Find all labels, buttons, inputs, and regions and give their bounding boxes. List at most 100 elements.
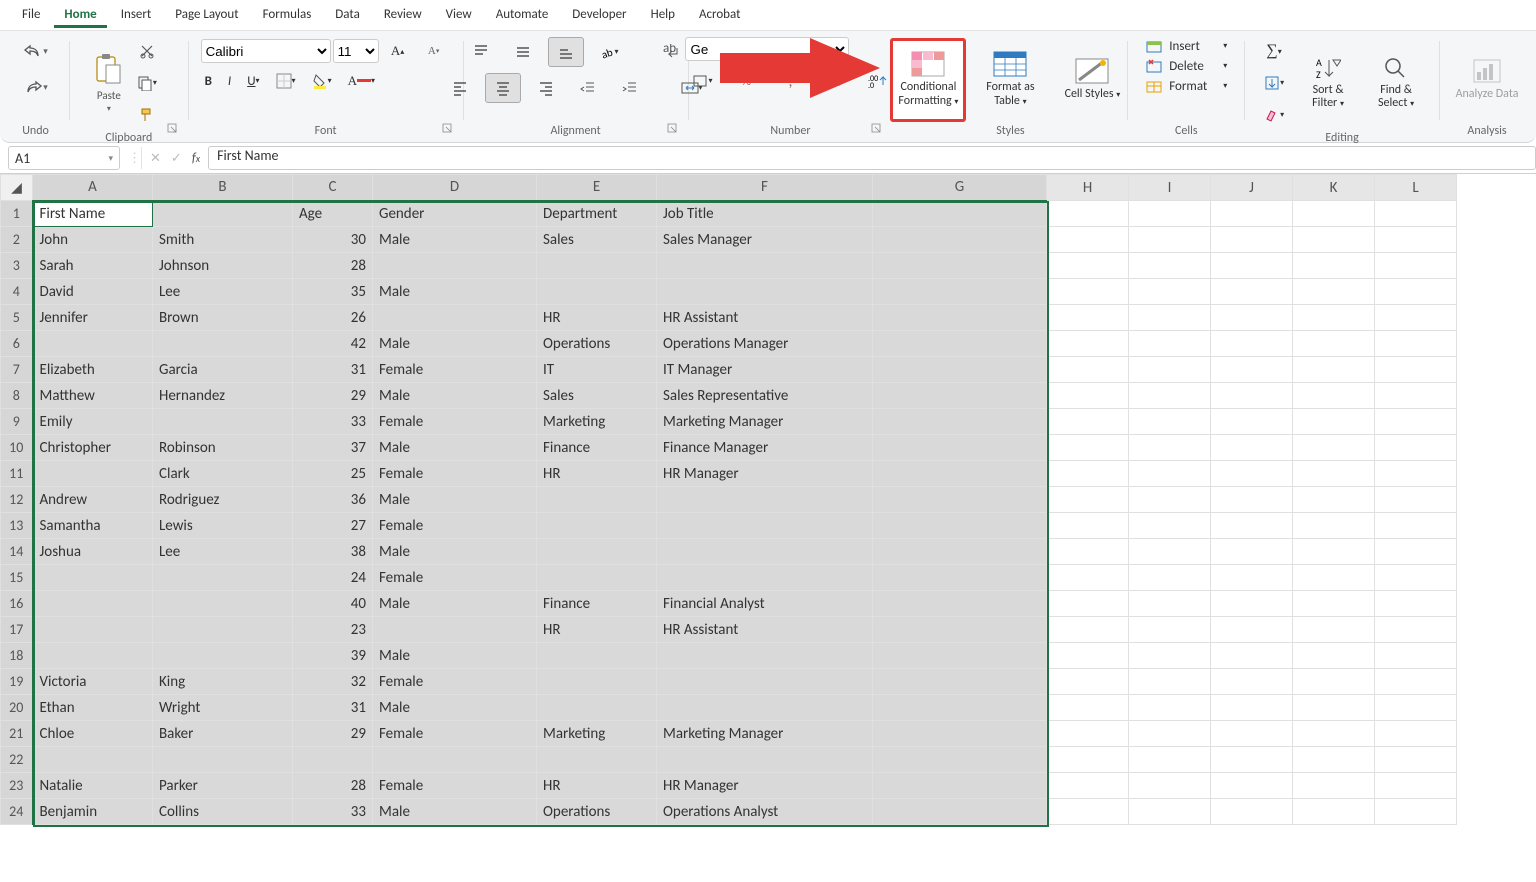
dialog-launcher-icon[interactable] (441, 122, 453, 134)
cell[interactable]: Joshua (33, 539, 153, 565)
cell[interactable] (1375, 357, 1457, 383)
cell[interactable] (537, 513, 657, 539)
cell[interactable]: Female (373, 721, 537, 747)
row-header[interactable]: 1 (1, 201, 33, 227)
cell[interactable] (537, 747, 657, 773)
cell[interactable] (1211, 747, 1293, 773)
cell[interactable] (373, 253, 537, 279)
cell[interactable] (1047, 487, 1129, 513)
cell[interactable]: 30 (293, 227, 373, 253)
cell[interactable]: Collins (153, 799, 293, 825)
cell[interactable] (1047, 409, 1129, 435)
row-header[interactable]: 11 (1, 461, 33, 487)
cell[interactable]: Female (373, 513, 537, 539)
cell[interactable] (873, 461, 1047, 487)
cell[interactable] (1211, 227, 1293, 253)
cell[interactable] (1129, 643, 1211, 669)
cell[interactable]: Marketing (537, 721, 657, 747)
cell[interactable] (1047, 305, 1129, 331)
cell[interactable]: 29 (293, 383, 373, 409)
find-select-button[interactable]: Find & Select ▾ (1365, 41, 1427, 125)
cell[interactable]: Female (373, 773, 537, 799)
cell[interactable]: David (33, 279, 153, 305)
cell[interactable]: Female (373, 461, 537, 487)
fill-color-button[interactable]: ▾ (308, 71, 336, 91)
column-header[interactable]: H (1047, 175, 1129, 201)
conditional-formatting-button[interactable]: Conditional Formatting ▾ (890, 38, 966, 122)
cell[interactable] (873, 591, 1047, 617)
cell[interactable] (537, 253, 657, 279)
cell[interactable] (1129, 591, 1211, 617)
cell[interactable] (1211, 799, 1293, 825)
cell[interactable] (1211, 357, 1293, 383)
cell[interactable] (1047, 565, 1129, 591)
cell[interactable] (33, 747, 153, 773)
cell[interactable] (1047, 253, 1129, 279)
cell[interactable] (1375, 201, 1457, 227)
cell[interactable]: Sales Representative (657, 383, 873, 409)
italic-button[interactable]: I (224, 72, 235, 91)
cell[interactable]: Operations (537, 331, 657, 357)
cell[interactable] (873, 539, 1047, 565)
cell[interactable] (1293, 617, 1375, 643)
bold-button[interactable]: B (201, 72, 216, 91)
cell[interactable]: HR Assistant (657, 305, 873, 331)
cell[interactable] (1375, 617, 1457, 643)
cell-styles-button[interactable]: Cell Styles ▾ (1054, 38, 1130, 122)
cell[interactable] (153, 591, 293, 617)
cell[interactable] (1211, 721, 1293, 747)
row-header[interactable]: 15 (1, 565, 33, 591)
cell[interactable] (873, 435, 1047, 461)
column-header[interactable]: D (373, 175, 537, 201)
cell[interactable] (1375, 435, 1457, 461)
cell[interactable] (1129, 253, 1211, 279)
cell[interactable] (1293, 513, 1375, 539)
cell[interactable]: Male (373, 435, 537, 461)
cell[interactable] (1129, 539, 1211, 565)
cell[interactable] (1293, 305, 1375, 331)
cell[interactable]: 33 (293, 409, 373, 435)
cell[interactable] (1293, 591, 1375, 617)
copy-button[interactable]: ▾ (130, 69, 164, 97)
cell[interactable]: Robinson (153, 435, 293, 461)
redo-button[interactable]: ▾ (19, 73, 53, 101)
cell[interactable]: Finance Manager (657, 435, 873, 461)
cell[interactable] (153, 747, 293, 773)
cell[interactable]: Finance (537, 591, 657, 617)
cell[interactable]: Operations (537, 799, 657, 825)
cell[interactable] (1375, 331, 1457, 357)
cell[interactable] (537, 643, 657, 669)
cell[interactable] (1129, 565, 1211, 591)
column-header[interactable]: E (537, 175, 657, 201)
cell[interactable]: IT (537, 357, 657, 383)
cell[interactable] (1375, 409, 1457, 435)
name-box[interactable]: A1 ▾ (8, 146, 120, 170)
row-header[interactable]: 17 (1, 617, 33, 643)
cell[interactable] (1129, 227, 1211, 253)
tab-data[interactable]: Data (325, 3, 370, 28)
orientation-button[interactable]: ab▾ (592, 38, 626, 66)
align-left-button[interactable] (443, 74, 477, 102)
row-header[interactable]: 5 (1, 305, 33, 331)
cell[interactable]: Elizabeth (33, 357, 153, 383)
cell[interactable] (873, 227, 1047, 253)
format-cells-button[interactable]: Format▾ (1141, 77, 1231, 95)
cell[interactable]: 38 (293, 539, 373, 565)
row-header[interactable]: 16 (1, 591, 33, 617)
align-bottom-button[interactable] (548, 37, 584, 67)
cell[interactable] (1375, 643, 1457, 669)
cell[interactable] (1047, 617, 1129, 643)
cell[interactable]: 36 (293, 487, 373, 513)
cell[interactable] (873, 409, 1047, 435)
cell[interactable]: Brown (153, 305, 293, 331)
cell[interactable] (1047, 799, 1129, 825)
cell[interactable] (1293, 331, 1375, 357)
paste-button[interactable]: Paste ▾ (94, 53, 124, 114)
cell[interactable]: Jennifer (33, 305, 153, 331)
cell[interactable] (33, 565, 153, 591)
cell[interactable] (153, 331, 293, 357)
cell[interactable]: Natalie (33, 773, 153, 799)
cell[interactable] (873, 201, 1047, 227)
cell[interactable] (657, 643, 873, 669)
align-center-button[interactable] (485, 73, 521, 103)
